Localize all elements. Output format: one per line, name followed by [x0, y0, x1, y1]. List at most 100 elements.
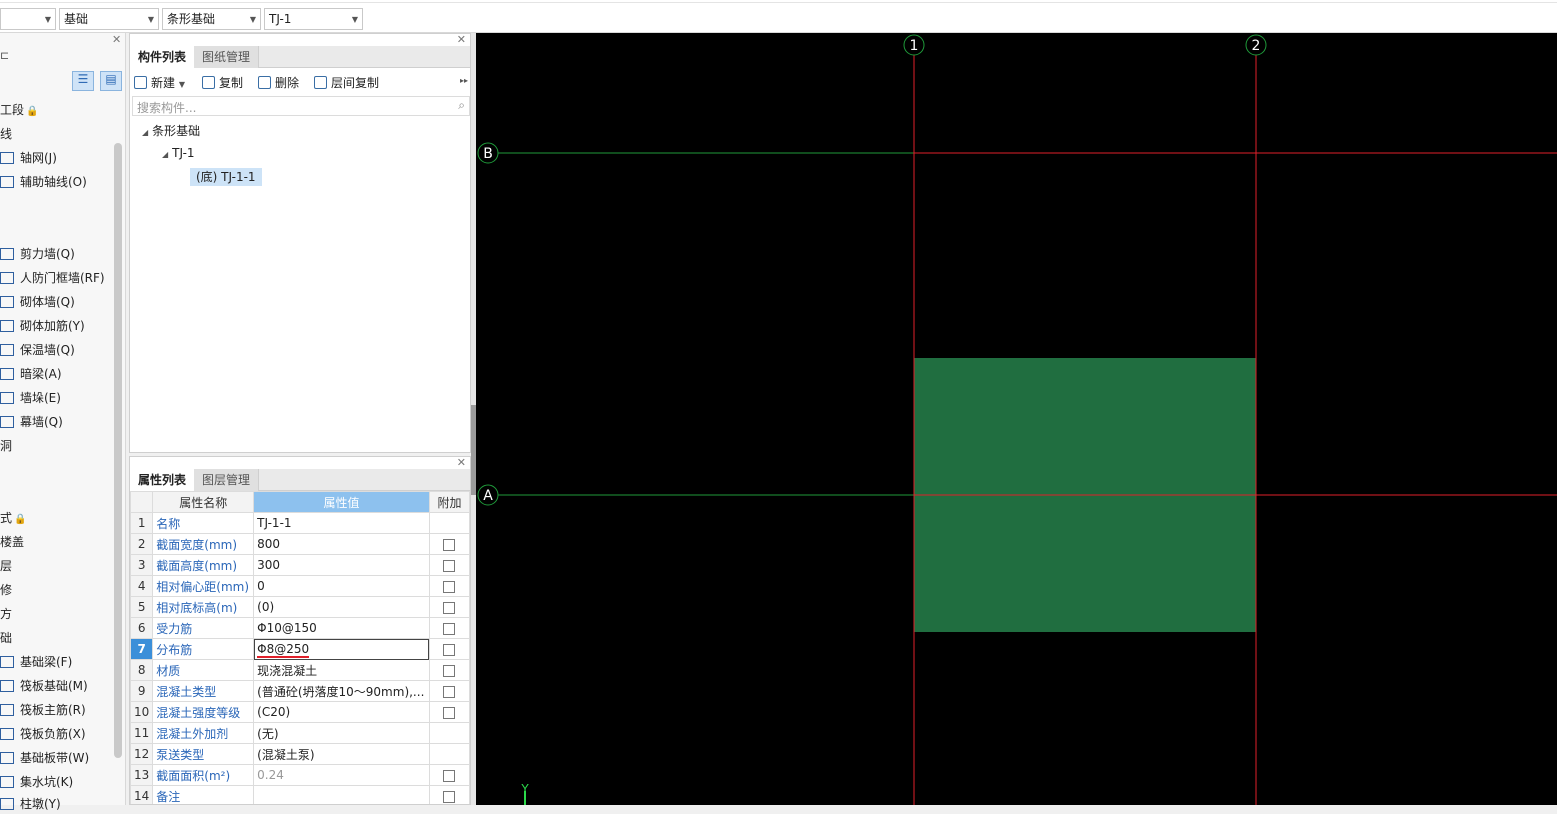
extra-cell: [428, 743, 470, 765]
extra-checkbox[interactable]: [443, 706, 456, 719]
table-row[interactable]: 5 相对底标高(m) (0): [130, 596, 470, 618]
nav-item-raft-foundation[interactable]: 筏板基础(M): [0, 676, 88, 696]
property-value[interactable]: 0: [253, 575, 430, 597]
extra-cell: [428, 638, 470, 660]
table-row[interactable]: 6 受力筋 Φ10@150: [130, 617, 470, 639]
row-number: 13: [130, 764, 154, 786]
overflow-icon[interactable]: ▸▸: [460, 76, 468, 85]
tree-node-strip-foundation[interactable]: ◢ 条形基础: [142, 122, 200, 139]
table-row[interactable]: 1 名称 TJ-1-1: [130, 512, 470, 534]
property-value[interactable]: TJ-1-1: [253, 512, 430, 534]
close-icon[interactable]: ✕: [457, 457, 466, 469]
nav-item-sump-pit[interactable]: 集水坑(K): [0, 772, 73, 792]
nav-item-foundation-strip[interactable]: 基础板带(W): [0, 748, 89, 768]
ucs-axis-icon: Y: [520, 782, 529, 805]
nav-item-shear-wall[interactable]: 剪力墙(Q): [0, 244, 75, 264]
category-combo[interactable]: 基础 ▼: [59, 8, 159, 30]
property-value[interactable]: (0): [253, 596, 430, 618]
nav-label: 轴网(J): [20, 151, 57, 165]
detail-view-icon[interactable]: ▤: [100, 71, 122, 91]
nav-group-axis[interactable]: 线: [0, 124, 12, 144]
nav-group-opening[interactable]: 洞: [0, 436, 12, 456]
nav-item-masonry-rebar[interactable]: 砌体加筋(Y): [0, 316, 85, 336]
nav-item-curtain-wall[interactable]: 幕墙(Q): [0, 412, 63, 432]
extra-checkbox[interactable]: [443, 601, 456, 614]
nav-item-civil-defense-wall[interactable]: 人防门框墙(RF): [0, 268, 105, 288]
property-value[interactable]: Φ10@150: [253, 617, 430, 639]
nav-group-stair[interactable]: 层: [0, 556, 12, 576]
property-value[interactable]: [253, 785, 430, 804]
nav-group-earthwork[interactable]: 方: [0, 604, 12, 624]
property-value[interactable]: 800: [253, 533, 430, 555]
nav-group-foundation[interactable]: 础: [0, 628, 12, 648]
nav-item-raft-negative-rebar[interactable]: 筏板负筋(X): [0, 724, 86, 744]
extra-checkbox[interactable]: [443, 622, 456, 635]
nav-group-floor-cover[interactable]: 楼盖: [0, 532, 24, 552]
nav-item-aux-axis[interactable]: 辅助轴线(O): [0, 172, 87, 192]
property-value[interactable]: 现浇混凝土: [253, 659, 430, 681]
extra-checkbox[interactable]: [443, 538, 456, 551]
nav-group-construction[interactable]: 工段 🔒: [0, 100, 38, 120]
property-value-editor[interactable]: Φ8@250: [253, 638, 430, 660]
extra-checkbox[interactable]: [443, 559, 456, 572]
property-value[interactable]: (C20): [253, 701, 430, 723]
nav-item-axis-grid[interactable]: 轴网(J): [0, 148, 57, 168]
tree-node-tj-1-1[interactable]: (底) TJ-1-1: [190, 168, 262, 186]
nav-label: 筏板主筋(R): [20, 703, 86, 717]
extra-checkbox[interactable]: [443, 685, 456, 698]
table-row[interactable]: 9 混凝土类型 (普通砼(坍落度10～90mm),...: [130, 680, 470, 702]
nav-label: 幕墙(Q): [20, 415, 63, 429]
tab-layer-management[interactable]: 图层管理: [194, 469, 260, 491]
component-combo[interactable]: TJ-1 ▼: [264, 8, 363, 30]
close-icon[interactable]: ✕: [112, 33, 121, 46]
table-row-selected[interactable]: 7 分布筋 Φ8@250: [130, 638, 470, 660]
table-row[interactable]: 3 截面高度(mm) 300: [130, 554, 470, 576]
nav-item-masonry-wall[interactable]: 砌体墙(Q): [0, 292, 75, 312]
table-row[interactable]: 14 备注: [130, 785, 470, 804]
table-row[interactable]: 13 截面面积(m²) 0.24: [130, 764, 470, 786]
table-row[interactable]: 8 材质 现浇混凝土: [130, 659, 470, 681]
extra-checkbox[interactable]: [443, 643, 456, 656]
grid-icon: [0, 152, 14, 164]
drawing-canvas[interactable]: 1 2 B A Y: [476, 33, 1557, 805]
nav-item-raft-main-rebar[interactable]: 筏板主筋(R): [0, 700, 86, 720]
tree-node-tj-1[interactable]: ◢ TJ-1: [162, 146, 195, 160]
new-button[interactable]: 新建 ▼: [134, 74, 185, 92]
property-value[interactable]: 300: [253, 554, 430, 576]
extra-checkbox[interactable]: [443, 790, 456, 803]
table-row[interactable]: 12 泵送类型 (混凝土泵): [130, 743, 470, 765]
table-row[interactable]: 4 相对偏心距(mm) 0: [130, 575, 470, 597]
tab-drawing-management[interactable]: 图纸管理: [194, 46, 260, 68]
tab-component-list[interactable]: 构件列表: [130, 46, 196, 68]
close-icon[interactable]: ✕: [457, 33, 466, 46]
nav-item-hidden-beam[interactable]: 暗梁(A): [0, 364, 62, 384]
list-view-icon[interactable]: ☰: [72, 71, 94, 91]
table-row[interactable]: 11 混凝土外加剂 (无): [130, 722, 470, 744]
extra-cell: [428, 512, 470, 534]
tab-property-list[interactable]: 属性列表: [130, 469, 196, 491]
table-row[interactable]: 2 截面宽度(mm) 800: [130, 533, 470, 555]
floor-copy-button[interactable]: 层间复制: [314, 74, 379, 92]
lock-icon: 🔒: [14, 514, 27, 525]
nav-group-assembly[interactable]: 式 🔒: [0, 508, 26, 528]
floor-combo[interactable]: ▼: [0, 8, 56, 30]
nav-group-decoration[interactable]: 修: [0, 580, 12, 600]
nav-scrollbar[interactable]: [114, 143, 122, 758]
extra-checkbox[interactable]: [443, 664, 456, 677]
delete-button[interactable]: 删除: [258, 74, 299, 92]
pin-icon[interactable]: ⊏: [0, 49, 9, 62]
table-row[interactable]: 10 混凝土强度等级 (C20): [130, 701, 470, 723]
component-search-input[interactable]: 搜索构件... ⌕: [132, 96, 470, 116]
extra-checkbox[interactable]: [443, 769, 456, 782]
extra-checkbox[interactable]: [443, 580, 456, 593]
copy-button[interactable]: 复制: [202, 74, 243, 92]
row-number-header: [130, 491, 154, 513]
type-combo[interactable]: 条形基础 ▼: [162, 8, 261, 30]
nav-item-column-pier[interactable]: 柱墩(Y): [0, 794, 61, 814]
nav-item-foundation-beam[interactable]: 基础梁(F): [0, 652, 72, 672]
nav-item-insulation-wall[interactable]: 保温墙(Q): [0, 340, 75, 360]
property-value[interactable]: (无): [253, 722, 430, 744]
nav-item-pilaster[interactable]: 墙垛(E): [0, 388, 61, 408]
property-value[interactable]: (普通砼(坍落度10～90mm),...: [253, 680, 430, 702]
property-value[interactable]: (混凝土泵): [253, 743, 430, 765]
